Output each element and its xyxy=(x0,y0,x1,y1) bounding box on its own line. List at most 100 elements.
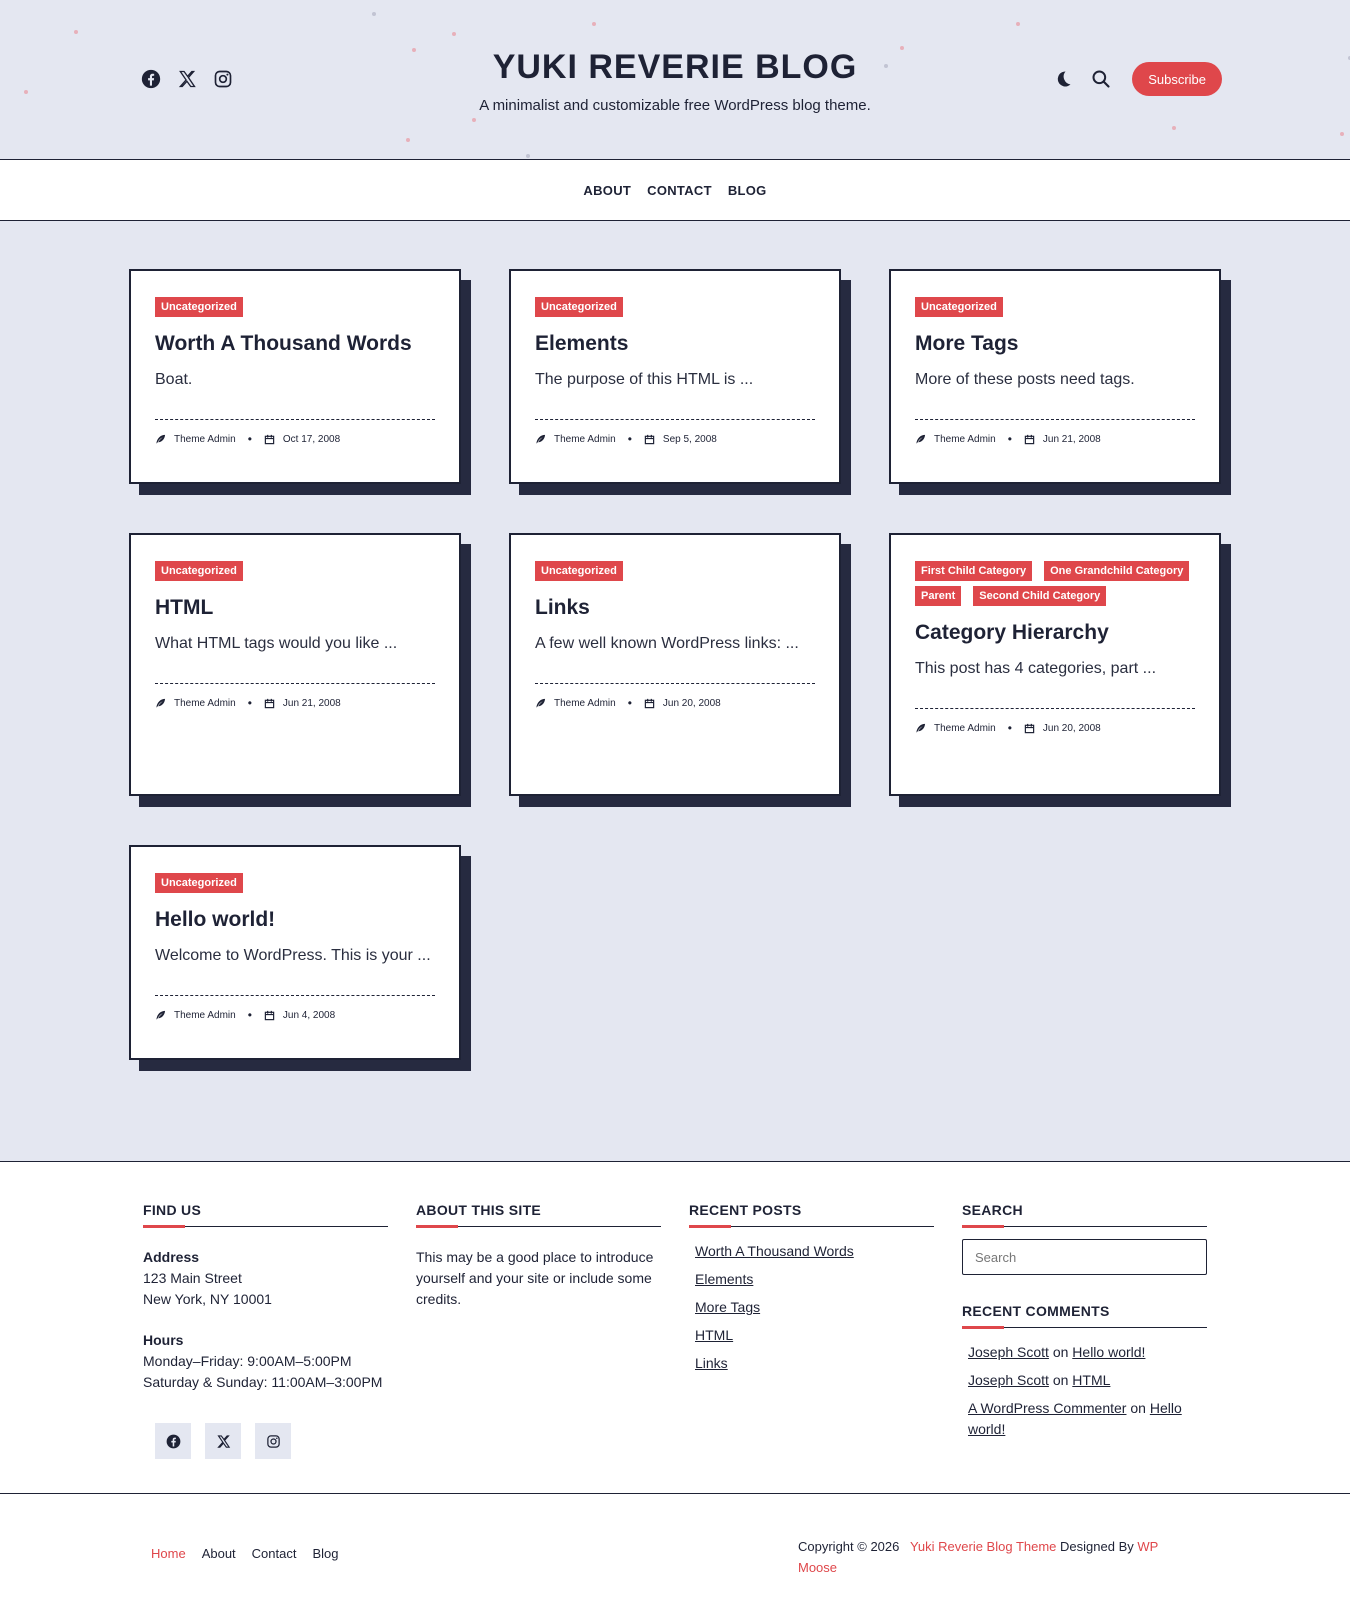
calendar-icon xyxy=(644,698,655,709)
post-excerpt: A few well known WordPress links: ... xyxy=(535,635,799,652)
category-badge[interactable]: Uncategorized xyxy=(535,297,623,317)
post-card: First Child Category One Grandchild Categ… xyxy=(889,533,1221,796)
copyright-text: Copyright © 2026 xyxy=(798,1539,900,1554)
widget-heading: RECENT COMMENTS xyxy=(962,1303,1207,1329)
category-badge[interactable]: First Child Category xyxy=(915,561,1033,581)
feather-icon xyxy=(915,434,926,445)
find-us-widget: FIND US Address 123 Main Street New York… xyxy=(143,1202,388,1459)
moon-icon[interactable] xyxy=(1052,68,1074,90)
nav-item-about[interactable]: ABOUT xyxy=(583,183,631,198)
footer-widgets: FIND US Address 123 Main Street New York… xyxy=(0,1161,1350,1494)
post-author[interactable]: Theme Admin xyxy=(174,434,236,445)
post-title[interactable]: Category Hierarchy xyxy=(915,620,1195,646)
recent-comment: Joseph Scott on Hello world! xyxy=(968,1342,1207,1363)
footer-nav-contact[interactable]: Contact xyxy=(252,1546,297,1561)
category-badge[interactable]: Second Child Category xyxy=(973,586,1107,606)
search-icon[interactable] xyxy=(1090,68,1112,90)
facebook-icon[interactable] xyxy=(155,1423,191,1459)
post-categories: Uncategorized xyxy=(535,561,815,581)
footer-nav-about[interactable]: About xyxy=(202,1546,236,1561)
comment-author-link[interactable]: Joseph Scott xyxy=(968,1344,1049,1360)
post-title[interactable]: More Tags xyxy=(915,331,1195,357)
category-badge[interactable]: Uncategorized xyxy=(155,297,243,317)
category-badge[interactable]: One Grandchild Category xyxy=(1044,561,1190,581)
feather-icon xyxy=(155,434,166,445)
site-header: YUKI REVERIE BLOG A minimalist and custo… xyxy=(0,0,1350,160)
recent-post-link[interactable]: Worth A Thousand Words xyxy=(695,1241,934,1261)
post-author[interactable]: Theme Admin xyxy=(554,698,616,709)
hours-line: Saturday & Sunday: 11:00AM–3:00PM xyxy=(143,1374,383,1390)
post-categories: Uncategorized xyxy=(155,297,435,317)
about-widget: ABOUT THIS SITE This may be a good place… xyxy=(416,1202,661,1310)
recent-posts-list: Worth A Thousand Words Elements More Tag… xyxy=(689,1241,934,1373)
recent-post-link[interactable]: HTML xyxy=(695,1325,934,1345)
recent-post-link[interactable]: Links xyxy=(695,1353,934,1373)
feather-icon xyxy=(155,1010,166,1021)
hours-line: Monday–Friday: 9:00AM–5:00PM xyxy=(143,1353,352,1369)
post-excerpt: More of these posts need tags. xyxy=(915,371,1135,388)
post-date: Jun 4, 2008 xyxy=(282,1009,336,1021)
post-meta: Theme Admin • Jun 4, 2008 xyxy=(155,995,435,1022)
recent-comments-list: Joseph Scott on Hello world! Joseph Scot… xyxy=(962,1342,1207,1440)
calendar-icon xyxy=(1024,434,1035,445)
category-badge[interactable]: Parent xyxy=(915,586,962,606)
post-card: Uncategorized Hello world! Welcome to Wo… xyxy=(129,845,461,1060)
post-card: Uncategorized More Tags More of these po… xyxy=(889,269,1221,484)
post-excerpt: Boat. xyxy=(155,371,193,388)
calendar-icon xyxy=(264,434,275,445)
category-badge[interactable]: Uncategorized xyxy=(535,561,623,581)
footer-nav-blog[interactable]: Blog xyxy=(312,1546,338,1561)
post-date: Jun 20, 2008 xyxy=(662,697,721,709)
theme-link[interactable]: Yuki Reverie Blog Theme xyxy=(910,1539,1056,1554)
nav-item-blog[interactable]: BLOG xyxy=(728,183,767,198)
search-input[interactable] xyxy=(962,1239,1207,1275)
recent-post-link[interactable]: Elements xyxy=(695,1269,934,1289)
main-nav: ABOUT CONTACT BLOG xyxy=(0,160,1350,221)
post-card: Uncategorized HTML What HTML tags would … xyxy=(129,533,461,796)
post-date: Jun 21, 2008 xyxy=(282,697,341,709)
category-badge[interactable]: Uncategorized xyxy=(915,297,1003,317)
post-meta: Theme Admin • Jun 20, 2008 xyxy=(535,683,815,710)
post-title[interactable]: Elements xyxy=(535,331,815,357)
comment-post-link[interactable]: Hello world! xyxy=(1072,1344,1145,1360)
post-author[interactable]: Theme Admin xyxy=(174,1010,236,1021)
category-badge[interactable]: Uncategorized xyxy=(155,561,243,581)
widget-heading: RECENT POSTS xyxy=(689,1202,934,1228)
post-title[interactable]: Links xyxy=(535,595,815,621)
post-title[interactable]: Worth A Thousand Words xyxy=(155,331,435,357)
feather-icon xyxy=(535,698,546,709)
recent-comment: Joseph Scott on HTML xyxy=(968,1370,1207,1391)
post-categories: Uncategorized xyxy=(915,297,1195,317)
post-card: Uncategorized Worth A Thousand Words Boa… xyxy=(129,269,461,484)
nav-item-contact[interactable]: CONTACT xyxy=(647,183,712,198)
category-badge[interactable]: Uncategorized xyxy=(155,873,243,893)
post-title[interactable]: Hello world! xyxy=(155,907,435,933)
calendar-icon xyxy=(1024,723,1035,734)
widget-heading: SEARCH xyxy=(962,1202,1207,1228)
post-meta: Theme Admin • Jun 21, 2008 xyxy=(155,683,435,710)
comment-post-link[interactable]: HTML xyxy=(1072,1372,1110,1388)
designed-by-text: Designed By xyxy=(1060,1539,1134,1554)
instagram-icon[interactable] xyxy=(255,1423,291,1459)
subscribe-button[interactable]: Subscribe xyxy=(1132,62,1222,96)
post-meta: Theme Admin • Jun 20, 2008 xyxy=(915,708,1195,735)
post-card: Uncategorized Elements The purpose of th… xyxy=(509,269,841,484)
calendar-icon xyxy=(644,434,655,445)
post-author[interactable]: Theme Admin xyxy=(554,434,616,445)
post-categories: Uncategorized xyxy=(535,297,815,317)
comment-author-link[interactable]: Joseph Scott xyxy=(968,1372,1049,1388)
footer-nav-home[interactable]: Home xyxy=(151,1546,186,1561)
comment-author-link[interactable]: A WordPress Commenter xyxy=(968,1400,1126,1416)
post-author[interactable]: Theme Admin xyxy=(934,434,996,445)
recent-posts-widget: RECENT POSTS Worth A Thousand Words Elem… xyxy=(689,1202,934,1381)
post-meta: Theme Admin • Jun 21, 2008 xyxy=(915,419,1195,446)
site-tagline: A minimalist and customizable free WordP… xyxy=(479,97,871,114)
post-title[interactable]: HTML xyxy=(155,595,435,621)
post-excerpt: Welcome to WordPress. This is your ... xyxy=(155,947,431,964)
post-author[interactable]: Theme Admin xyxy=(934,723,996,734)
post-author[interactable]: Theme Admin xyxy=(174,698,236,709)
recent-post-link[interactable]: More Tags xyxy=(695,1297,934,1317)
post-meta: Theme Admin • Sep 5, 2008 xyxy=(535,419,815,446)
x-icon[interactable] xyxy=(205,1423,241,1459)
feather-icon xyxy=(155,698,166,709)
